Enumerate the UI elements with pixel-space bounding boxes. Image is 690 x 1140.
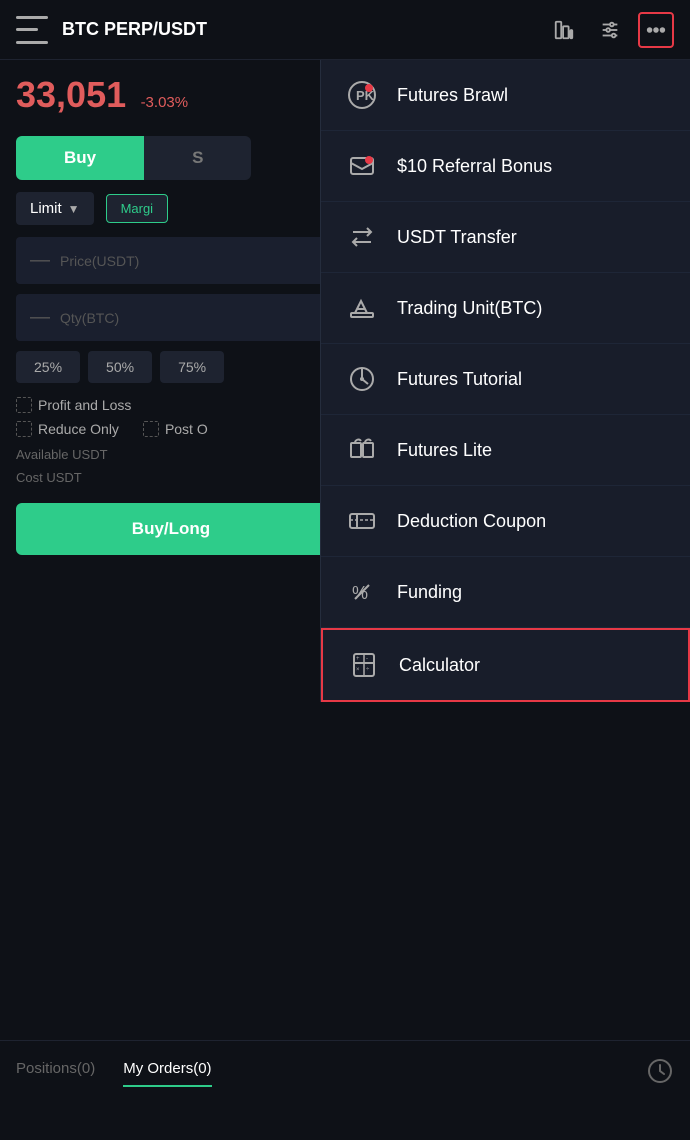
header-icons (546, 12, 674, 48)
dropdown-item-futures-lite[interactable]: Futures Lite (321, 415, 690, 486)
history-icon-btn[interactable] (646, 1057, 674, 1090)
bottom-tab-inner: Positions(0) My Orders(0) (16, 1057, 674, 1090)
trading-unit-label: Trading Unit(BTC) (397, 298, 542, 319)
clock-icon (646, 1057, 674, 1085)
price-value: 33,051 (16, 74, 126, 116)
funding-icon: % (345, 575, 379, 609)
buy-tab[interactable]: Buy (16, 136, 144, 180)
futures-tutorial-icon (345, 362, 379, 396)
trading-unit-icon (345, 291, 379, 325)
funding-label: Funding (397, 582, 462, 603)
bottom-tabs: Positions(0) My Orders(0) (0, 1040, 690, 1140)
qty-placeholder: Qty(BTC) (60, 310, 119, 326)
chevron-down-icon: ▼ (68, 202, 80, 216)
chart-icon-btn[interactable] (546, 12, 582, 48)
dropdown-item-futures-brawl[interactable]: PK Futures Brawl (321, 60, 690, 131)
header: BTC PERP/USDT (0, 0, 690, 60)
referral-label: $10 Referral Bonus (397, 156, 552, 177)
svg-text:÷: ÷ (366, 667, 370, 673)
dropdown-item-calculator[interactable]: + - × ÷ Calculator (321, 628, 690, 702)
order-type-select[interactable]: Limit ▼ (16, 192, 94, 225)
dropdown-item-futures-tutorial[interactable]: Futures Tutorial (321, 344, 690, 415)
price-change: -3.03% (141, 94, 189, 111)
available-label: Available USDT (16, 447, 108, 462)
sell-tab[interactable]: S (144, 136, 251, 180)
futures-tutorial-label: Futures Tutorial (397, 369, 522, 390)
futures-brawl-icon: PK (345, 78, 379, 112)
calculator-label: Calculator (399, 655, 480, 676)
bottom-tab-row: Positions(0) My Orders(0) (0, 1041, 690, 1090)
post-only-checkbox[interactable] (143, 421, 159, 437)
settings-icon (599, 19, 621, 41)
reduce-only-label: Reduce Only (38, 421, 119, 437)
svg-text:×: × (356, 667, 360, 673)
margin-badge: Margi (106, 194, 169, 223)
more-icon (645, 19, 667, 41)
chart-icon (553, 19, 575, 41)
dropdown-item-funding[interactable]: % Funding (321, 557, 690, 628)
cost-label: Cost USDT (16, 470, 82, 485)
dropdown-item-trading-unit[interactable]: Trading Unit(BTC) (321, 273, 690, 344)
svg-text:+: + (356, 656, 360, 662)
profit-loss-checkbox[interactable] (16, 397, 32, 413)
more-icon-btn[interactable] (638, 12, 674, 48)
svg-text:-: - (366, 656, 368, 662)
dropdown-item-referral[interactable]: $10 Referral Bonus (321, 131, 690, 202)
buy-long-button[interactable]: Buy/Long (16, 503, 326, 555)
menu-icon[interactable] (16, 16, 48, 44)
deduction-coupon-label: Deduction Coupon (397, 511, 546, 532)
settings-icon-btn[interactable] (592, 12, 628, 48)
my-orders-tab[interactable]: My Orders(0) (123, 1060, 211, 1087)
qty-minus-icon: — (30, 306, 50, 329)
futures-brawl-label: Futures Brawl (397, 85, 508, 106)
percent-25-btn[interactable]: 25% (16, 351, 80, 383)
order-type-label: Limit (30, 200, 62, 217)
positions-tab[interactable]: Positions(0) (16, 1060, 95, 1087)
profit-loss-label: Profit and Loss (38, 397, 131, 413)
usdt-transfer-icon (345, 220, 379, 254)
header-title: BTC PERP/USDT (62, 19, 546, 40)
futures-lite-icon (345, 433, 379, 467)
dropdown-item-usdt-transfer[interactable]: USDT Transfer (321, 202, 690, 273)
usdt-transfer-label: USDT Transfer (397, 227, 517, 248)
dropdown-menu: PK Futures Brawl $10 Referral Bonus (320, 60, 690, 702)
deduction-coupon-icon (345, 504, 379, 538)
post-only-label: Post O (165, 421, 208, 437)
percent-50-btn[interactable]: 50% (88, 351, 152, 383)
calculator-icon: + - × ÷ (347, 648, 381, 682)
price-minus-icon: — (30, 249, 50, 272)
percent-75-btn[interactable]: 75% (160, 351, 224, 383)
price-placeholder: Price(USDT) (60, 253, 139, 269)
reduce-only-checkbox[interactable] (16, 421, 32, 437)
futures-lite-label: Futures Lite (397, 440, 492, 461)
dropdown-item-deduction-coupon[interactable]: Deduction Coupon (321, 486, 690, 557)
referral-icon (345, 149, 379, 183)
